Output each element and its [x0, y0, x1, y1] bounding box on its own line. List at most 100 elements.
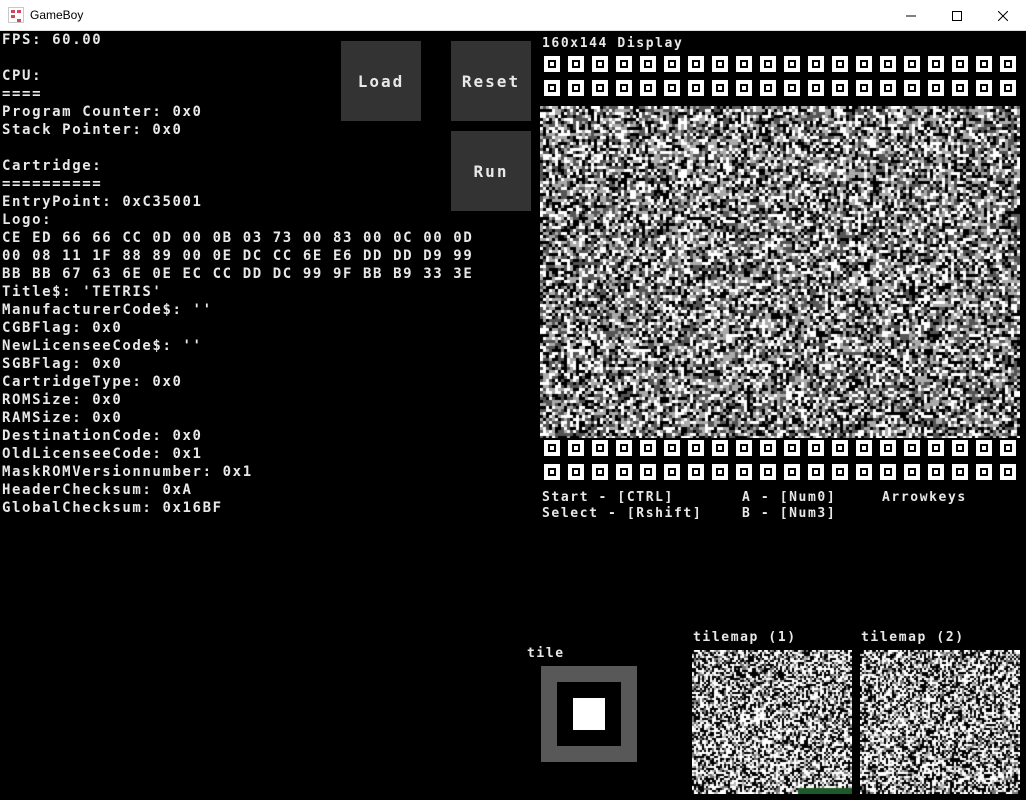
border-tile: [712, 464, 728, 480]
border-tile: [856, 440, 872, 456]
maximize-icon: [952, 10, 962, 21]
border-tile: [1000, 56, 1016, 72]
border-tile: [592, 80, 608, 96]
border-tile: [664, 464, 680, 480]
border-tile: [784, 56, 800, 72]
border-tile: [712, 440, 728, 456]
border-tile: [880, 80, 896, 96]
border-tile: [856, 464, 872, 480]
border-tile: [760, 440, 776, 456]
fps-readout: FPS: 60.00: [2, 32, 103, 48]
tilemap-1-view: [692, 650, 852, 794]
border-tile: [640, 80, 656, 96]
info-line: ==========: [2, 176, 103, 192]
border-tile: [664, 56, 680, 72]
new-licensee-code: NewLicenseeCode$: '': [2, 338, 203, 354]
cartridge-type: CartridgeType: 0x0: [2, 374, 183, 390]
border-tile: [952, 56, 968, 72]
border-tile: [784, 80, 800, 96]
program-counter: Program Counter: 0x0: [2, 104, 203, 120]
border-tile: [808, 464, 824, 480]
border-tile: [1000, 80, 1016, 96]
border-tile: [640, 440, 656, 456]
border-tile: [952, 440, 968, 456]
border-tile: [976, 440, 992, 456]
border-tile: [760, 464, 776, 480]
border-tile: [880, 56, 896, 72]
tilemap-1-label: tilemap (1): [693, 630, 797, 645]
border-tile: [928, 80, 944, 96]
border-tile: [568, 80, 584, 96]
border-tile: [976, 464, 992, 480]
cartridge-heading: Cartridge:: [2, 158, 103, 174]
header-checksum: HeaderChecksum: 0xA: [2, 482, 193, 498]
border-tile: [880, 440, 896, 456]
sgb-flag: SGBFlag: 0x0: [2, 356, 123, 372]
border-tile: [736, 56, 752, 72]
border-tile: [1000, 464, 1016, 480]
cgb-flag: CGBFlag: 0x0: [2, 320, 123, 336]
old-licensee-code: OldLicenseeCode: 0x1: [2, 446, 203, 462]
info-line: ====: [2, 86, 43, 102]
minimize-icon: [906, 15, 916, 16]
run-button[interactable]: Run: [451, 131, 531, 211]
close-button[interactable]: [980, 0, 1026, 31]
border-tile: [808, 80, 824, 96]
border-tile: [568, 464, 584, 480]
close-icon: [998, 10, 1008, 21]
tile-preview: [541, 666, 637, 762]
border-tile: [784, 440, 800, 456]
border-tile: [832, 56, 848, 72]
border-tile: [544, 80, 560, 96]
window-title: GameBoy: [30, 8, 84, 22]
destination-code: DestinationCode: 0x0: [2, 428, 203, 444]
border-tile: [856, 56, 872, 72]
control-a: A - [Num0]: [742, 490, 837, 505]
load-button[interactable]: Load: [341, 41, 421, 121]
border-tile: [904, 440, 920, 456]
control-arrows: Arrowkeys: [882, 490, 967, 505]
maximize-button[interactable]: [934, 0, 980, 31]
border-tile: [904, 56, 920, 72]
border-tile: [544, 56, 560, 72]
border-tile: [928, 440, 944, 456]
global-checksum: GlobalChecksum: 0x16BF: [2, 500, 223, 516]
logo-bytes: BB BB 67 63 6E 0E EC CC DD DC 99 9F BB B…: [2, 266, 474, 282]
manufacturer-code: ManufacturerCode$: '': [2, 302, 213, 318]
rom-size: ROMSize: 0x0: [2, 392, 123, 408]
border-tile: [640, 464, 656, 480]
logo-bytes: CE ED 66 66 CC 0D 00 0B 03 73 00 83 00 0…: [2, 230, 474, 246]
border-tile: [664, 80, 680, 96]
border-tile: [688, 464, 704, 480]
border-tile: [760, 80, 776, 96]
gameboy-display[interactable]: [540, 106, 1020, 438]
border-tile: [568, 56, 584, 72]
cpu-heading: CPU:: [2, 68, 43, 84]
border-tile: [1000, 440, 1016, 456]
border-tile: [736, 440, 752, 456]
border-tile: [808, 56, 824, 72]
border-tile: [568, 440, 584, 456]
reset-button[interactable]: Reset: [451, 41, 531, 121]
border-tile: [640, 56, 656, 72]
border-tile: [976, 80, 992, 96]
border-tile: [592, 56, 608, 72]
border-tile: [664, 440, 680, 456]
border-tile: [904, 464, 920, 480]
border-tile: [952, 80, 968, 96]
ram-size: RAMSize: 0x0: [2, 410, 123, 426]
border-tile: [832, 440, 848, 456]
border-tile: [880, 464, 896, 480]
border-tile: [736, 80, 752, 96]
entry-point: EntryPoint: 0xC35001: [2, 194, 203, 210]
border-tile: [784, 464, 800, 480]
border-tile: [616, 464, 632, 480]
minimize-button[interactable]: [888, 0, 934, 31]
cart-title: Title$: 'TETRIS': [2, 284, 163, 300]
tilemap-2-label: tilemap (2): [861, 630, 965, 645]
control-select: Select - [Rshift]: [542, 506, 703, 521]
logo-bytes: 00 08 11 1F 88 89 00 0E DC CC 6E E6 DD D…: [2, 248, 474, 264]
border-tile: [712, 80, 728, 96]
border-tile: [760, 56, 776, 72]
border-tile: [712, 56, 728, 72]
